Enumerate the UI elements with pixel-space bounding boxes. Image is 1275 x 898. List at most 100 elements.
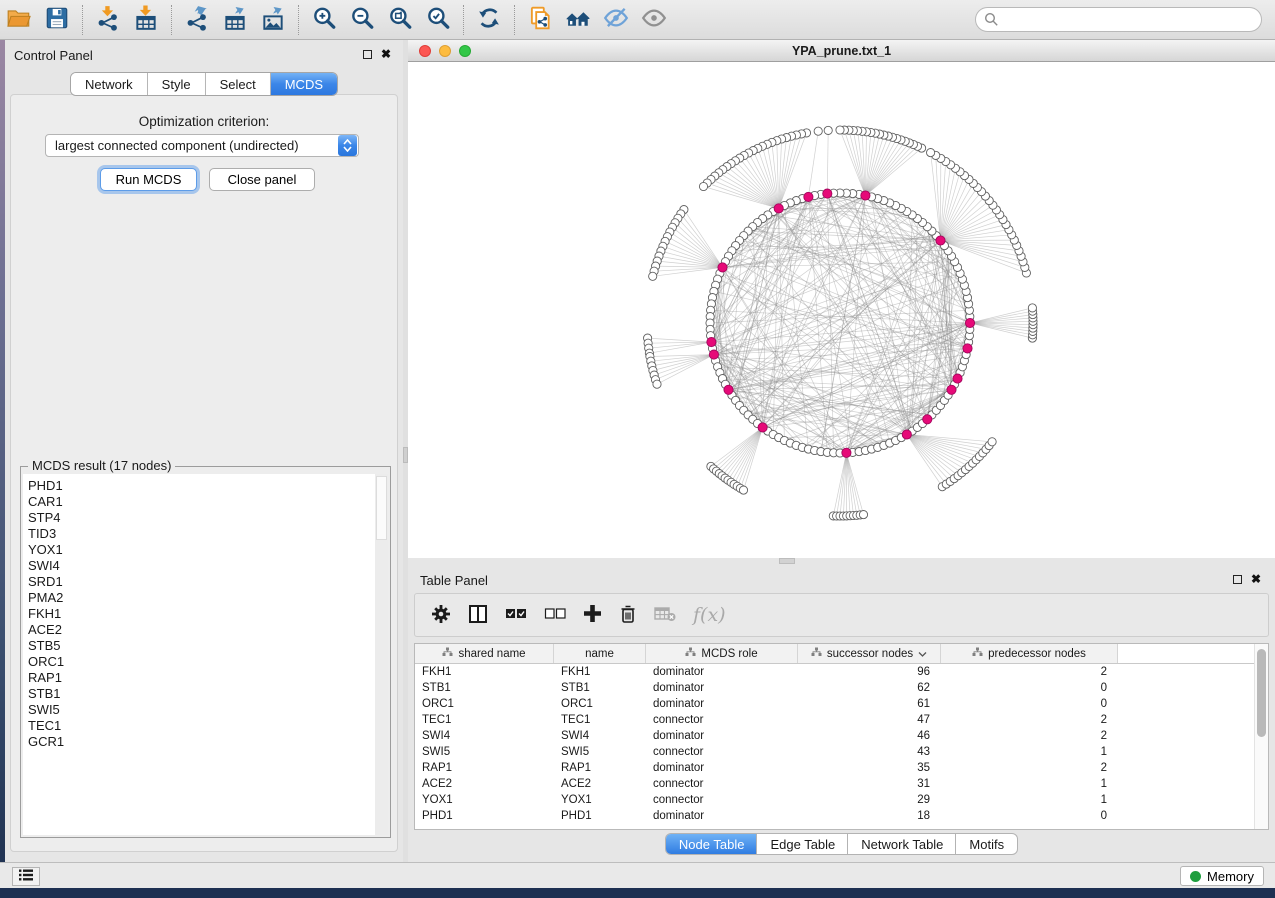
zoom-out-button[interactable] (343, 3, 381, 37)
cell-role[interactable]: dominator (646, 810, 798, 822)
cell-predecessors[interactable]: 1 (941, 746, 1118, 758)
save-button[interactable] (38, 3, 76, 37)
cell-predecessors[interactable]: 2 (941, 666, 1118, 678)
search-input[interactable] (975, 7, 1262, 32)
float-window-icon[interactable] (1233, 575, 1242, 584)
export-table-button[interactable] (216, 3, 254, 37)
table-scrollbar[interactable] (1254, 644, 1268, 829)
network-node[interactable] (859, 511, 867, 519)
cell-shared_name[interactable]: ORC1 (415, 698, 554, 710)
table-row[interactable]: TEC1TEC1connector472 (415, 712, 1268, 728)
network-node[interactable] (1028, 304, 1036, 312)
import-table-button[interactable] (127, 3, 165, 37)
list-item[interactable]: FKH1 (23, 606, 388, 622)
run-mcds-button[interactable]: Run MCDS (100, 168, 197, 191)
select-all-rows-button[interactable] (505, 607, 527, 624)
tab-motifs[interactable]: Motifs (956, 834, 1017, 854)
cell-shared_name[interactable]: FKH1 (415, 666, 554, 678)
cell-role[interactable]: connector (646, 746, 798, 758)
cell-successors[interactable]: 62 (798, 682, 941, 694)
close-panel-icon[interactable]: ✖ (1251, 572, 1261, 586)
cell-predecessors[interactable]: 0 (941, 810, 1118, 822)
zoom-selected-button[interactable] (419, 3, 457, 37)
cell-shared_name[interactable]: TEC1 (415, 714, 554, 726)
cell-name[interactable]: ORC1 (554, 698, 646, 710)
cell-successors[interactable]: 43 (798, 746, 941, 758)
show-column-button[interactable] (468, 604, 488, 627)
cell-shared_name[interactable]: ACE2 (415, 778, 554, 790)
network-node[interactable] (699, 182, 707, 190)
table-row[interactable]: RAP1RAP1dominator352 (415, 760, 1268, 776)
create-column-button[interactable] (583, 604, 602, 626)
list-item[interactable]: RAP1 (23, 670, 388, 686)
scrollbar-thumb[interactable] (1257, 649, 1266, 737)
table-row[interactable]: YOX1YOX1connector291 (415, 792, 1268, 808)
network-node[interactable] (836, 126, 844, 134)
table-row[interactable]: ACE2ACE2connector311 (415, 776, 1268, 792)
zoom-in-button[interactable] (305, 3, 343, 37)
zoom-fit-button[interactable] (381, 3, 419, 37)
function-builder-button[interactable]: f(x) (693, 604, 726, 626)
scrollbar-thumb[interactable] (376, 476, 387, 540)
dominator-node[interactable] (709, 350, 718, 359)
column-header-MCDS-role[interactable]: MCDS role (646, 644, 798, 663)
cell-successors[interactable]: 29 (798, 794, 941, 806)
cell-name[interactable]: RAP1 (554, 762, 646, 774)
horizontal-split-divider[interactable] (408, 558, 1275, 565)
dominator-node[interactable] (842, 448, 851, 457)
cell-shared_name[interactable]: SWI5 (415, 746, 554, 758)
cell-predecessors[interactable]: 0 (941, 682, 1118, 694)
dominator-node[interactable] (965, 318, 974, 327)
cell-name[interactable]: YOX1 (554, 794, 646, 806)
tab-node-table[interactable]: Node Table (666, 834, 758, 854)
table-row[interactable]: SWI4SWI4dominator462 (415, 728, 1268, 744)
vertical-split-divider[interactable] (403, 40, 408, 862)
table-row[interactable]: SWI5SWI5connector431 (415, 744, 1268, 760)
column-header-predecessor-nodes[interactable]: predecessor nodes (941, 644, 1118, 663)
export-image-button[interactable] (254, 3, 292, 37)
list-item[interactable]: TID3 (23, 526, 388, 542)
cell-successors[interactable]: 31 (798, 778, 941, 790)
cell-role[interactable]: dominator (646, 666, 798, 678)
tab-mcds[interactable]: MCDS (271, 73, 337, 95)
list-item[interactable]: SWI5 (23, 702, 388, 718)
network-window-titlebar[interactable]: YPA_prune.txt_1 (408, 40, 1275, 62)
network-node[interactable] (824, 126, 832, 134)
dominator-node[interactable] (936, 236, 945, 245)
dominator-node[interactable] (774, 204, 783, 213)
clone-network-button[interactable] (521, 3, 559, 37)
memory-button[interactable]: Memory (1180, 866, 1264, 886)
import-network-button[interactable] (89, 3, 127, 37)
tab-style[interactable]: Style (148, 73, 206, 95)
list-item[interactable]: CAR1 (23, 494, 388, 510)
cell-role[interactable]: connector (646, 714, 798, 726)
cell-predecessors[interactable]: 2 (941, 730, 1118, 742)
list-item[interactable]: PHD1 (23, 474, 388, 494)
two-houses-button[interactable] (559, 3, 597, 37)
list-item[interactable]: SRD1 (23, 574, 388, 590)
list-item[interactable]: GCR1 (23, 734, 388, 750)
cell-predecessors[interactable]: 2 (941, 762, 1118, 774)
list-item[interactable]: SWI4 (23, 558, 388, 574)
float-window-icon[interactable] (363, 50, 372, 59)
dominator-node[interactable] (963, 344, 972, 353)
divider-grabber[interactable] (779, 558, 795, 564)
list-item[interactable]: STB1 (23, 686, 388, 702)
cell-role[interactable]: connector (646, 794, 798, 806)
dominator-node[interactable] (953, 374, 962, 383)
hide-graphics-button[interactable] (597, 3, 635, 37)
cell-shared_name[interactable]: STB1 (415, 682, 554, 694)
table-row[interactable]: FKH1FKH1dominator962 (415, 664, 1268, 680)
cell-name[interactable]: SWI4 (554, 730, 646, 742)
divider-grabber[interactable] (403, 447, 408, 463)
cell-role[interactable]: dominator (646, 698, 798, 710)
network-node[interactable] (739, 486, 747, 494)
cell-successors[interactable]: 96 (798, 666, 941, 678)
panel-menu-button[interactable] (12, 867, 40, 886)
list-item[interactable]: TEC1 (23, 718, 388, 734)
cell-successors[interactable]: 18 (798, 810, 941, 822)
cell-name[interactable]: ACE2 (554, 778, 646, 790)
network-node[interactable] (927, 149, 935, 157)
mcds-list-scrollbar[interactable] (375, 474, 388, 835)
cell-name[interactable]: TEC1 (554, 714, 646, 726)
